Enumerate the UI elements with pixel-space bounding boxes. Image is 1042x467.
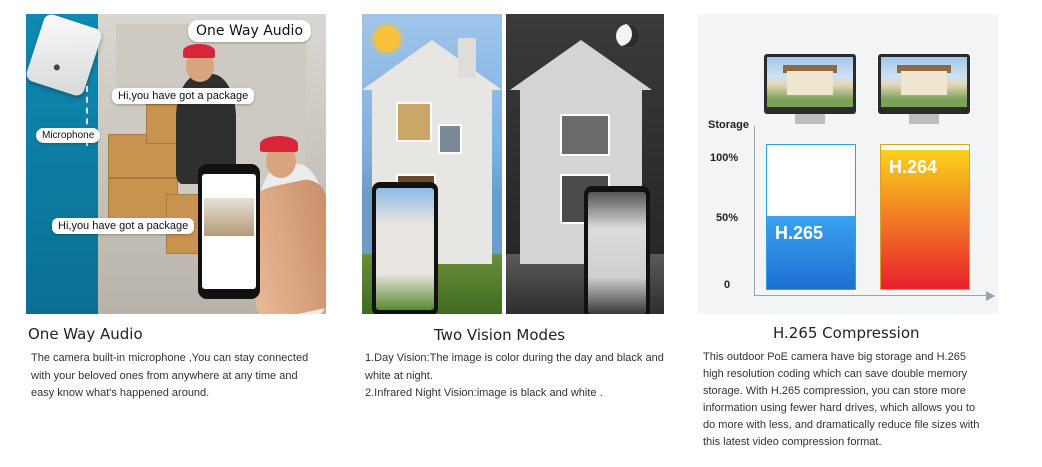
bar-h265: H.265 — [766, 144, 856, 290]
window — [396, 102, 432, 142]
red-cap — [260, 136, 298, 152]
house-roof — [362, 40, 502, 90]
smartphone-night — [584, 186, 650, 314]
h265-description: This outdoor PoE camera have big storage… — [703, 351, 980, 448]
day-vision-line: 1.Day Vision:The image is color during t… — [365, 350, 665, 385]
chimney — [458, 38, 476, 78]
phone-live-view — [204, 198, 254, 236]
night-vision-label: 2.Infrared Night Vision: — [365, 387, 477, 399]
bar-label-h265: H.265 — [775, 223, 824, 243]
day-vision-image — [362, 14, 502, 314]
one-way-audio-image: One Way Audio Hi,you have got a package … — [26, 14, 326, 314]
monitor-stand — [795, 114, 825, 124]
tick-0: 0 — [724, 279, 731, 291]
chart-y-axis — [754, 126, 755, 296]
smartphone-day — [372, 182, 438, 314]
one-way-audio-bubble: One Way Audio — [188, 20, 312, 42]
h265-compression-image: Storage 100% 50% 0 H.265 H.264 — [698, 14, 998, 314]
phone-screen — [376, 188, 434, 310]
section-title-one-way-audio: One Way Audio — [28, 325, 143, 343]
section-title-two-vision-modes: Two Vision Modes — [434, 326, 566, 344]
phone-screen — [588, 192, 646, 314]
window — [438, 124, 462, 154]
chart-y-axis-label: Storage — [708, 119, 749, 131]
bar-h264: H.264 — [880, 144, 970, 290]
smartphone — [198, 164, 260, 299]
two-vision-modes-description: 1.Day Vision:The image is color during t… — [365, 350, 665, 403]
tick-50: 50% — [716, 212, 739, 224]
night-vision-image — [506, 14, 664, 314]
monitor-h265 — [764, 54, 856, 114]
one-way-audio-description: The camera built-in microphone ,You can … — [31, 352, 309, 399]
red-cap — [183, 44, 215, 58]
night-vision-line: 2.Infrared Night Vision:image is black a… — [365, 385, 665, 403]
chart-x-axis — [754, 295, 989, 296]
speech-bubble-upper: Hi,you have got a package — [112, 88, 255, 104]
section-title-h265: H.265 Compression — [773, 324, 920, 342]
microphone-label: Microphone — [36, 128, 101, 143]
phone-screen — [202, 174, 256, 289]
house-roof — [510, 40, 652, 90]
day-vision-label: 1.Day Vision: — [365, 352, 430, 364]
monitor-stand — [909, 114, 939, 124]
night-vision-text: image is black and white . — [476, 387, 603, 399]
tick-100: 100% — [710, 152, 739, 164]
speech-bubble-lower: Hi,you have got a package — [52, 218, 195, 234]
monitor-screen — [881, 57, 967, 107]
microphone-hole-icon — [53, 63, 61, 72]
bar-label-h264: H.264 — [889, 157, 938, 177]
monitor-h264 — [878, 54, 970, 114]
monitor-screen — [767, 57, 853, 107]
window — [560, 114, 610, 156]
axis-arrow-icon — [986, 291, 995, 301]
